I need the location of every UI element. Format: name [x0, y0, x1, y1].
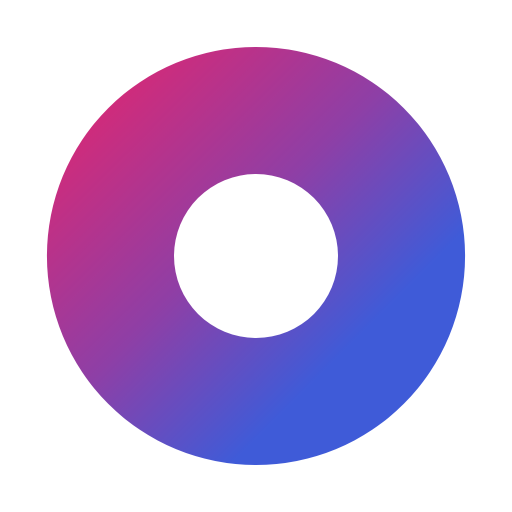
app-icon-canvas: [0, 0, 512, 512]
ring-shape: [46, 46, 466, 466]
ring-logo-icon: [46, 46, 466, 466]
